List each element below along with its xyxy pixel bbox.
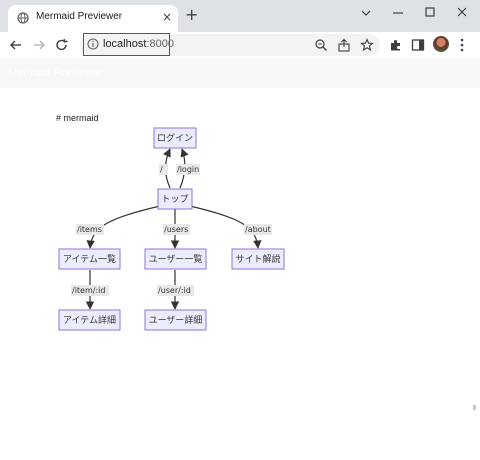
svg-text:アイテム一覧: アイテム一覧 (63, 253, 116, 265)
svg-text:サイト解説: サイト解説 (235, 253, 280, 265)
svg-text:/about: /about (245, 225, 271, 234)
svg-text:ユーザー一覧: ユーザー一覧 (149, 253, 203, 265)
svg-text:/user/:id: /user/:id (158, 286, 191, 295)
edge-label-login: /login (176, 164, 200, 175)
node-user-list: ユーザー一覧 (144, 248, 207, 270)
mermaid-flowchart: / /login /items /users /about /item/:id … (58, 127, 285, 331)
svg-text:/item/:id: /item/:id (72, 286, 105, 295)
node-item-list: アイテム一覧 (58, 248, 121, 270)
edge-label-user-id: /user/:id (157, 285, 194, 296)
svg-text:アイテム詳細: アイテム詳細 (63, 314, 116, 326)
svg-text:/items: /items (77, 225, 102, 234)
node-top: トップ (157, 188, 193, 210)
svg-text:/users: /users (164, 225, 188, 234)
edge-label-users: /users (163, 224, 190, 235)
svg-text:トップ: トップ (161, 194, 188, 205)
svg-text:/: / (160, 165, 163, 174)
node-login: ログイン (153, 127, 197, 149)
edge-label-about: /about (244, 224, 272, 235)
node-item-detail: アイテム詳細 (58, 309, 121, 331)
edge-label-item-id: /item/:id (71, 285, 109, 296)
svg-text:ログイン: ログイン (157, 132, 193, 144)
edge-label-items: /items (76, 224, 104, 235)
node-about: サイト解説 (231, 248, 285, 270)
svg-text:/login: /login (177, 165, 199, 174)
edge-label-slash: / (159, 164, 168, 175)
svg-text:ユーザー詳細: ユーザー詳細 (149, 314, 203, 326)
node-user-detail: ユーザー詳細 (144, 309, 207, 331)
scrollbar-marker (473, 405, 476, 410)
